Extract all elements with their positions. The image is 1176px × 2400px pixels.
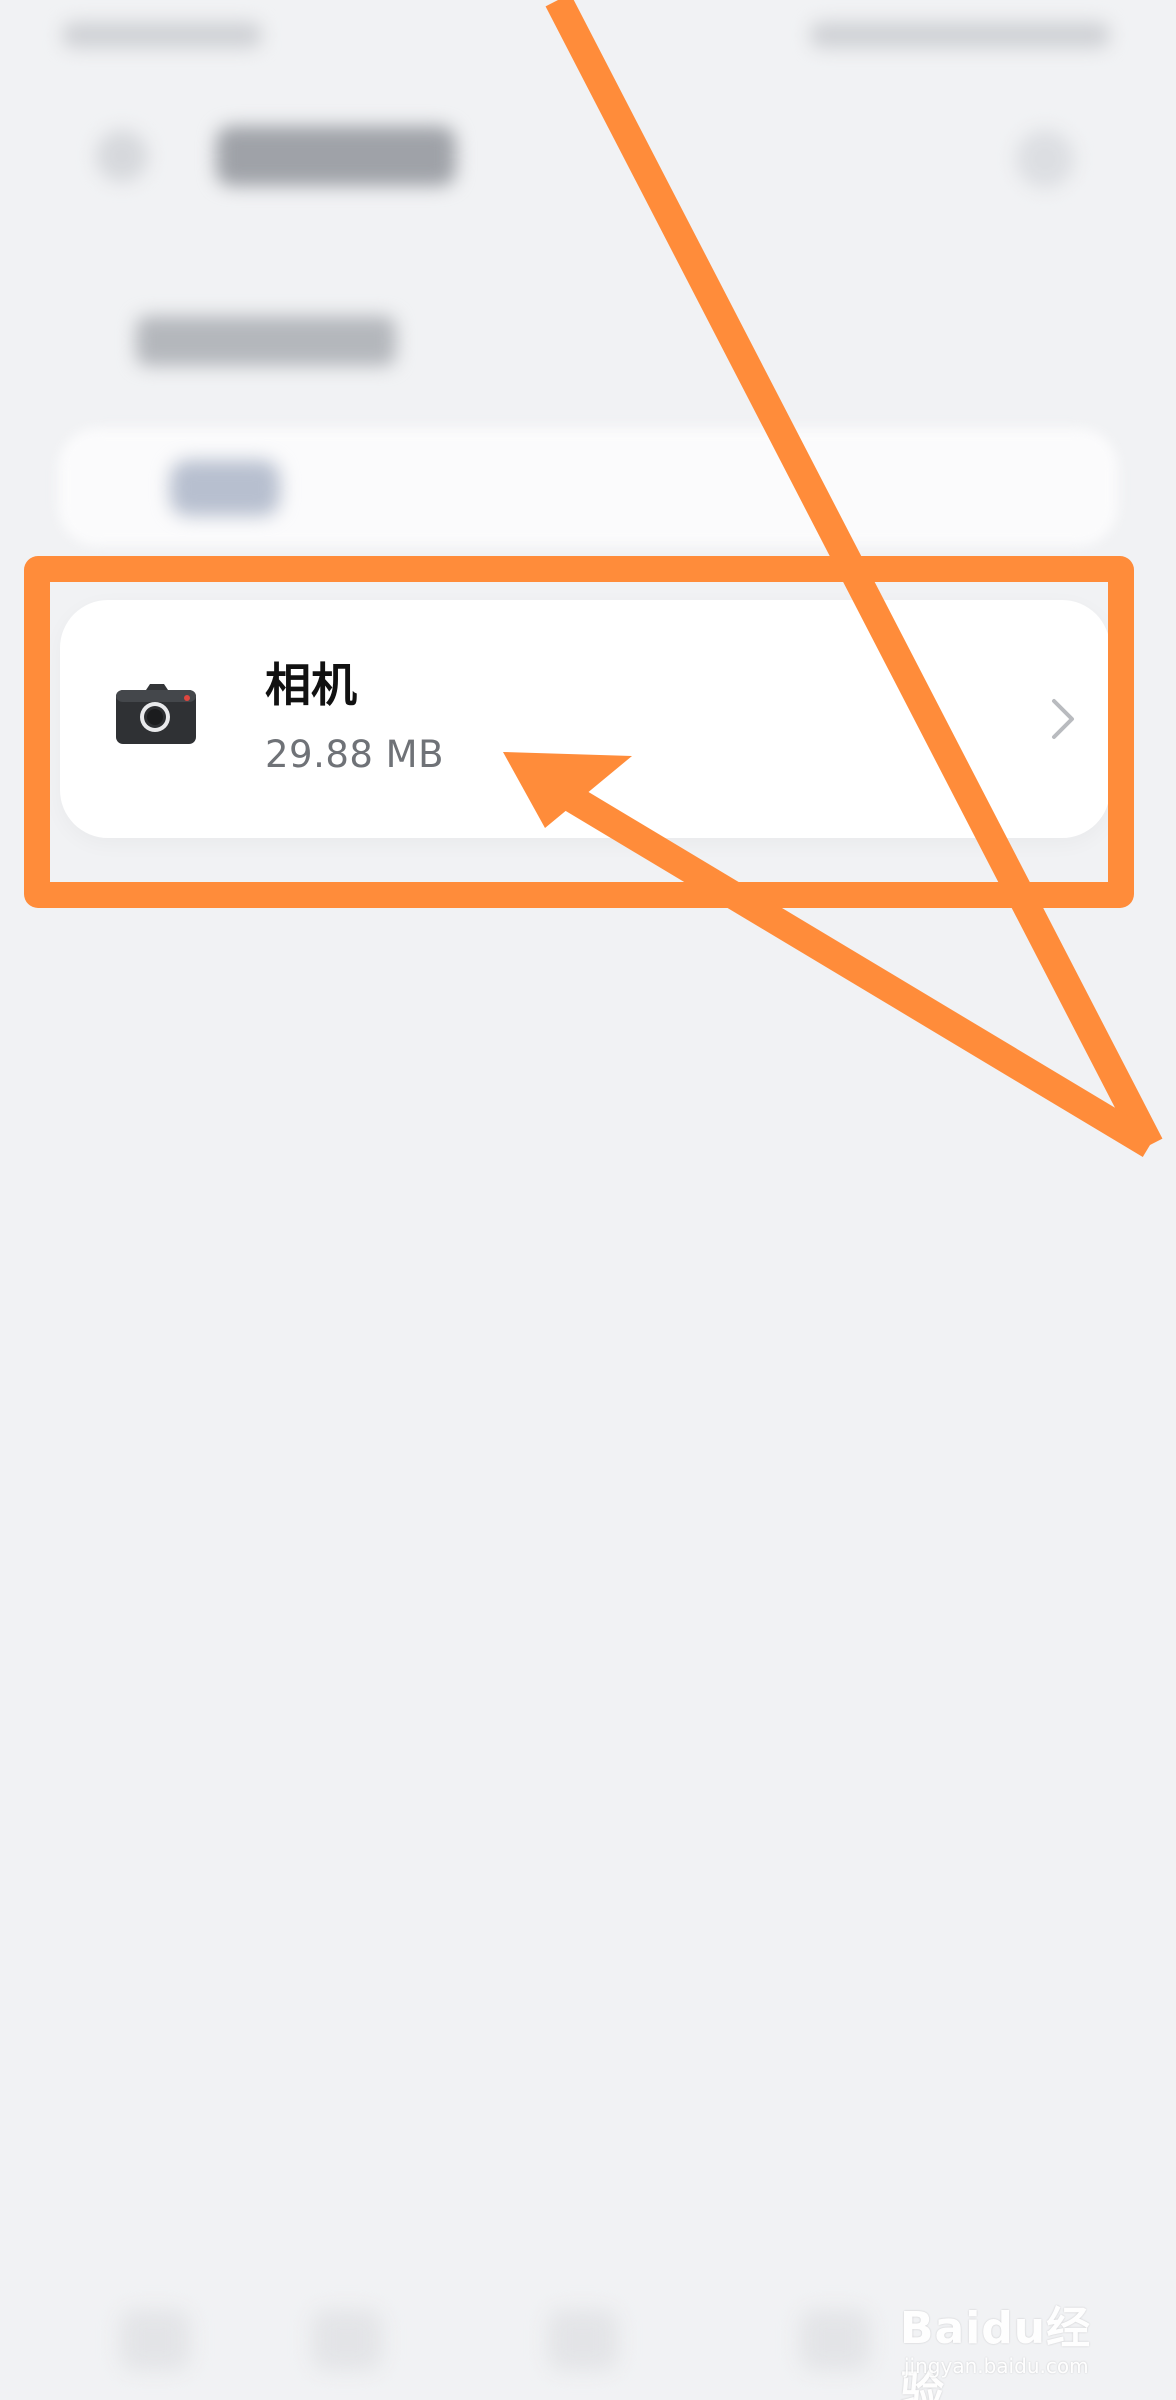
baidu-watermark: Baidu经验 jingyan.baidu.com (900, 2270, 1130, 2400)
watermark-logo-text: Baidu经验 (900, 2303, 1092, 2400)
list-item-label-blurred (170, 460, 280, 516)
page-title-blurred (216, 126, 456, 186)
status-bar-right-blurred (810, 22, 1110, 48)
status-bar-left-blurred (62, 22, 262, 48)
back-button-blurred[interactable] (96, 130, 148, 182)
section-header-blurred (136, 316, 396, 366)
more-button-blurred[interactable] (1016, 130, 1074, 188)
highlight-box (24, 556, 1134, 908)
watermark-url: jingyan.baidu.com (904, 2354, 1089, 2378)
nav-item-blurred[interactable] (548, 2310, 618, 2370)
nav-item-blurred[interactable] (120, 2310, 190, 2370)
nav-item-blurred[interactable] (800, 2310, 870, 2370)
nav-item-blurred[interactable] (312, 2310, 382, 2370)
